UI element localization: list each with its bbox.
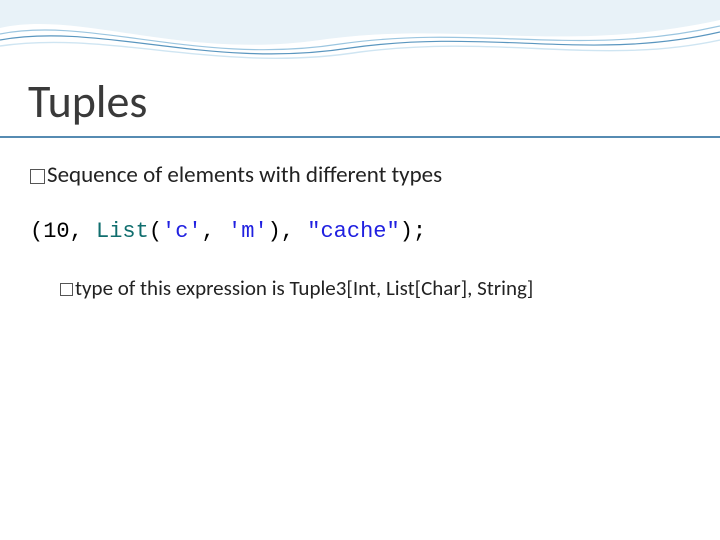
bullet-icon: [30, 169, 45, 184]
code-lparen: (: [149, 219, 162, 244]
title-underline: [0, 136, 720, 138]
code-cache: "cache": [307, 219, 399, 244]
bullet2-text: type of this expression is Tuple3[Int, L…: [75, 275, 533, 301]
code-rparen: ): [268, 219, 281, 244]
code-open: (: [30, 219, 43, 244]
bullet-level1: Sequence of elements with different type…: [30, 160, 690, 191]
code-char-m: 'm': [228, 219, 268, 244]
code-char-c: 'c': [162, 219, 202, 244]
bullet-level2: type of this expression is Tuple3[Int, L…: [30, 274, 690, 302]
code-close: );: [400, 219, 426, 244]
code-comma3: ,: [281, 219, 307, 244]
slide-body: Sequence of elements with different type…: [30, 160, 690, 302]
bullet1-text: Sequence of elements with different type…: [47, 161, 442, 189]
wave-decoration: [0, 0, 720, 72]
code-list: List: [96, 219, 149, 244]
code-comma1: ,: [70, 219, 96, 244]
bullet-icon: [60, 283, 73, 296]
code-snippet: (10, List('c', 'm'), "cache");: [30, 219, 690, 244]
slide-title: Tuples: [28, 74, 147, 130]
slide: Tuples Sequence of elements with differe…: [0, 0, 720, 540]
code-comma2: ,: [202, 219, 228, 244]
code-ten: 10: [43, 219, 69, 244]
